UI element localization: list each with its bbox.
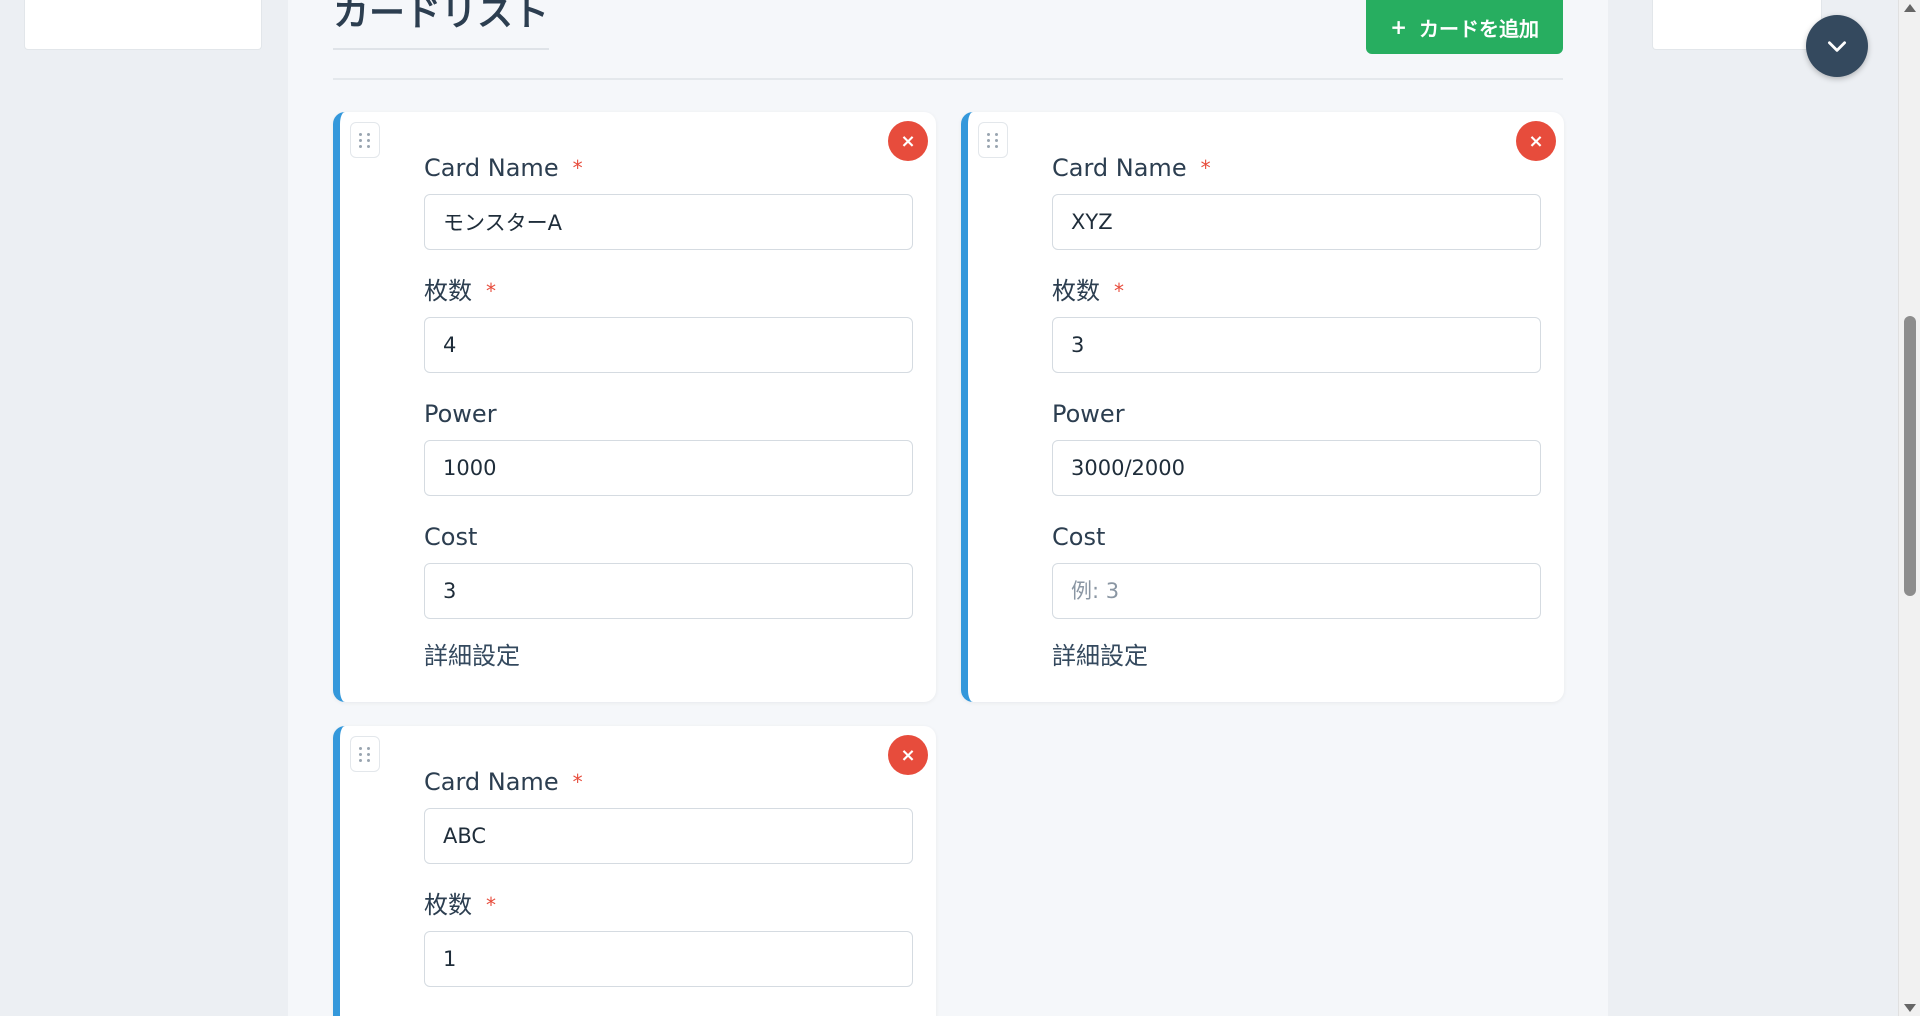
power-field: Power [1052, 398, 1541, 496]
details-settings-toggle[interactable]: 詳細設定 [1052, 640, 1148, 672]
card-name-input[interactable] [424, 194, 913, 250]
power-input[interactable] [424, 440, 913, 496]
field-label: Cost [1052, 523, 1106, 551]
plus-icon: + [1390, 15, 1407, 39]
required-marker: * [572, 156, 583, 180]
right-side-panel [1652, 0, 1822, 50]
field-label: 枚数 [424, 277, 472, 305]
count-field: 枚数 * [424, 275, 913, 373]
count-field: 枚数 * [424, 889, 913, 987]
chevron-down-icon [1828, 41, 1846, 52]
cost-input[interactable] [424, 563, 913, 619]
card-item: × Card Name * 枚数 * Power Cost [961, 112, 1564, 702]
cost-field: Cost [424, 521, 913, 619]
drag-handle-icon[interactable] [350, 122, 380, 158]
cost-field: Cost [1052, 521, 1541, 619]
card-name-field: Card Name * [1052, 152, 1541, 250]
card-name-input[interactable] [424, 808, 913, 864]
field-label: Card Name [424, 154, 559, 182]
card-item: × Card Name * 枚数 * Power Cost [333, 112, 936, 702]
card-name-field: Card Name * [424, 766, 913, 864]
required-marker: * [486, 893, 496, 917]
page-title: カードリスト [333, 0, 550, 50]
scroll-up-arrow-icon[interactable] [1904, 4, 1916, 12]
scroll-down-arrow-icon[interactable] [1904, 1004, 1916, 1012]
power-input[interactable] [1052, 440, 1541, 496]
card-item: × Card Name * 枚数 * [333, 726, 936, 1016]
page-scrollbar[interactable] [1898, 0, 1920, 1016]
scroll-down-button[interactable] [1806, 15, 1868, 77]
field-label: Card Name [1052, 154, 1187, 182]
field-label: Power [1052, 400, 1125, 428]
drag-handle-icon[interactable] [978, 122, 1008, 158]
field-label: Power [424, 400, 497, 428]
required-marker: * [572, 770, 583, 794]
field-label: 枚数 [1052, 277, 1100, 305]
details-settings-toggle[interactable]: 詳細設定 [424, 640, 520, 672]
required-marker: * [486, 279, 496, 303]
scrollbar-thumb[interactable] [1904, 316, 1916, 596]
drag-handle-icon[interactable] [350, 736, 380, 772]
power-field: Power [424, 398, 913, 496]
left-side-panel [24, 0, 262, 50]
card-name-field: Card Name * [424, 152, 913, 250]
field-label: 枚数 [424, 891, 472, 919]
required-marker: * [1114, 279, 1124, 303]
card-list-panel: カードリスト + カードを追加 × Card Name * 枚数 * [288, 0, 1608, 1016]
field-label: Cost [424, 523, 478, 551]
count-input[interactable] [1052, 317, 1541, 373]
field-label: Card Name [424, 768, 559, 796]
count-field: 枚数 * [1052, 275, 1541, 373]
add-card-button[interactable]: + カードを追加 [1366, 0, 1563, 54]
count-input[interactable] [424, 931, 913, 987]
card-name-input[interactable] [1052, 194, 1541, 250]
cost-input[interactable] [1052, 563, 1541, 619]
card-list-header: カードリスト + カードを追加 [333, 0, 1563, 80]
count-input[interactable] [424, 317, 913, 373]
add-card-label: カードを追加 [1419, 16, 1539, 41]
required-marker: * [1200, 156, 1211, 180]
